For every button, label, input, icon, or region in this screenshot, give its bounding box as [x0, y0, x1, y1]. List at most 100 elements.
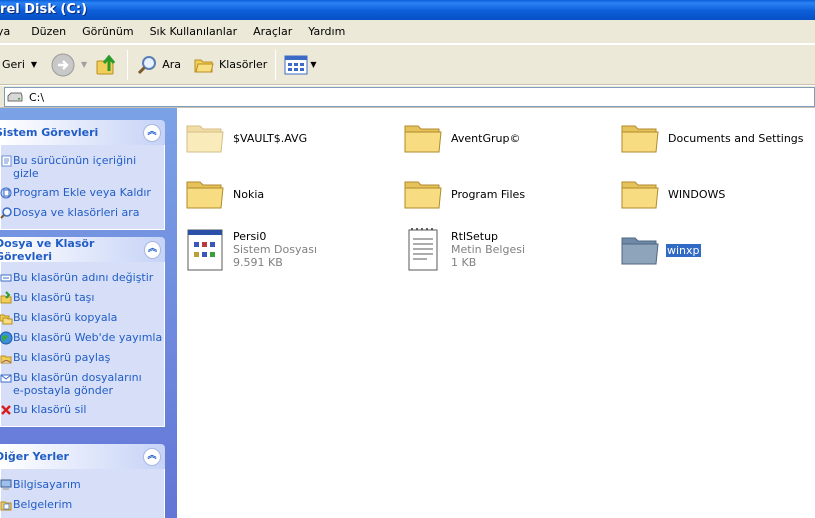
up-folder-icon	[96, 54, 116, 74]
back-label: Geri	[2, 58, 25, 71]
system-tasks-title: Sistem Görevleri	[0, 126, 99, 139]
share-icon	[0, 355, 12, 364]
folder-icon	[404, 181, 442, 209]
file-item[interactable]: WINDOWS	[620, 174, 725, 214]
file-list-pane: $VAULT$.AVG AventGrup© Documents and Set…	[177, 108, 815, 518]
menu-help[interactable]: Yardım	[300, 20, 353, 44]
folders-label: Klasörler	[218, 58, 268, 71]
file-item-selected[interactable]: winxp	[620, 230, 701, 270]
delete-icon	[1, 405, 11, 415]
folder-tasks-body: Bu klasörün adını değiştir Bu klasörü ta…	[0, 262, 165, 427]
file-item[interactable]: Documents and Settings	[620, 118, 804, 158]
file-name: winxp	[666, 243, 701, 257]
task-rename-folder[interactable]: Bu klasörün adını değiştir	[0, 268, 164, 288]
task-label: Bu klasörü taşı	[13, 291, 95, 304]
forward-dropdown-icon[interactable]: ▼	[81, 60, 87, 69]
file-name: Documents and Settings	[668, 131, 804, 145]
task-hide-drive-contents[interactable]: Bu sürücünün içeriğini gizle	[1, 151, 164, 183]
globe-icon	[0, 331, 13, 345]
task-label-line2: e-postayla gönder	[13, 384, 113, 397]
forward-arrow-icon	[51, 53, 75, 76]
file-type: Metin Belgesi	[451, 243, 526, 256]
system-file-icon	[187, 229, 223, 271]
views-icon	[284, 55, 308, 74]
folders-button[interactable]: Klasörler	[189, 48, 271, 82]
folder-icon	[621, 181, 659, 209]
folder-icon	[404, 125, 442, 153]
menu-bar: Dosya Düzen Görünüm Sık Kullanılanlar Ar…	[0, 20, 815, 44]
other-places-header[interactable]: Diğer Yerler ︽	[0, 444, 165, 469]
other-places-title: Diğer Yerler	[0, 450, 69, 463]
task-label: Bu klasörün adını değiştir	[13, 271, 154, 284]
menu-tools[interactable]: Araçlar	[245, 20, 300, 44]
views-dropdown-icon[interactable]: ▼	[310, 60, 316, 69]
hide-contents-icon	[1, 155, 12, 167]
task-email-folder-files[interactable]: Bu klasörün dosyalarını e-postayla gönde…	[0, 368, 164, 400]
text-document-icon	[408, 228, 438, 271]
address-field[interactable]: C:\	[4, 87, 815, 107]
search-label: Ara	[162, 58, 181, 71]
system-tasks-body: Bu sürücünün içeriğini gizle Program Ekl…	[0, 145, 165, 230]
task-move-folder[interactable]: Bu klasörü taşı	[0, 288, 164, 308]
my-documents-icon	[0, 501, 12, 511]
toolbar-separator	[275, 49, 277, 80]
folder-tasks-header[interactable]: Dosya ve Klasör Görevleri ︽	[0, 237, 165, 263]
file-size: 9.591 KB	[233, 256, 283, 269]
system-tasks-panel: Sistem Görevleri ︽ Bu sürücünün içeriğin…	[0, 120, 165, 230]
file-details: Persi0 Sistem Dosyası 9.591 KB	[233, 230, 317, 269]
place-my-computer[interactable]: Bilgisayarım	[0, 475, 164, 495]
rename-icon	[0, 274, 12, 282]
file-item[interactable]: Program Files	[403, 174, 525, 214]
collapse-chevron-icon[interactable]: ︽	[144, 240, 161, 259]
menu-edit[interactable]: Düzen	[18, 20, 74, 44]
task-label: Bu klasörü Web'de yayımla	[13, 331, 163, 344]
file-type: Sistem Dosyası	[233, 243, 318, 256]
other-places-body: Bilgisayarım Belgelerim	[0, 469, 165, 518]
search-button[interactable]: Ara	[132, 48, 185, 82]
file-item[interactable]: Nokia	[185, 174, 264, 214]
folder-icon	[621, 125, 659, 153]
file-name-input[interactable]: winxp	[666, 243, 701, 257]
folders-icon	[194, 59, 214, 72]
forward-button[interactable]: ▼	[47, 48, 91, 82]
file-name: Program Files	[451, 187, 526, 201]
task-copy-folder[interactable]: Bu klasörü kopyala	[0, 308, 164, 328]
file-name: Persi0	[233, 230, 267, 243]
add-remove-programs-icon	[0, 187, 12, 199]
folder-selected-icon	[621, 237, 659, 265]
file-name: WINDOWS	[668, 187, 726, 201]
menu-view[interactable]: Görünüm	[74, 20, 141, 44]
file-item[interactable]: RtlSetup Metin Belgesi 1 KB	[403, 226, 525, 274]
task-publish-folder-web[interactable]: Bu klasörü Web'de yayımla	[0, 328, 164, 348]
address-value: C:\	[29, 90, 45, 104]
back-button[interactable]: Geri ▼	[0, 48, 41, 82]
file-item[interactable]: AventGrup©	[403, 118, 520, 158]
task-label: Bu klasörü sil	[13, 403, 87, 416]
file-details: RtlSetup Metin Belgesi 1 KB	[451, 230, 525, 269]
file-size: 1 KB	[451, 256, 477, 269]
file-item[interactable]: $VAULT$.AVG	[185, 118, 307, 158]
task-add-remove-programs[interactable]: Program Ekle veya Kaldır	[0, 183, 164, 203]
menu-favorites[interactable]: Sık Kullanılanlar	[142, 20, 246, 44]
toolbar-separator	[127, 49, 129, 80]
my-computer-icon	[0, 479, 12, 490]
task-share-folder[interactable]: Bu klasörü paylaş	[0, 348, 164, 368]
collapse-chevron-icon[interactable]: ︽	[143, 123, 161, 142]
file-item[interactable]: Persi0 Sistem Dosyası 9.591 KB	[185, 226, 317, 274]
task-delete-folder[interactable]: Bu klasörü sil	[1, 400, 164, 420]
task-search-files[interactable]: Dosya ve klasörleri ara	[0, 203, 164, 223]
toolbar: Geri ▼ ▼ Ara Klasörler ▼	[0, 45, 815, 85]
task-label: Bilgisayarım	[13, 478, 81, 491]
other-places-panel: Diğer Yerler ︽ Bilgisayarım Belgelerim	[0, 444, 165, 518]
views-button[interactable]: ▼	[280, 48, 320, 82]
task-label: Bu klasörün dosyalarını e-postayla gönde…	[13, 371, 142, 397]
menu-file[interactable]: Dosya	[0, 20, 18, 44]
window-title: Yerel Disk (C:)	[0, 2, 88, 17]
task-label: Bu klasörü paylaş	[13, 351, 111, 364]
collapse-chevron-icon[interactable]: ︽	[143, 447, 161, 466]
back-dropdown-icon[interactable]: ▼	[31, 60, 37, 69]
task-label-line1: Bu klasörün dosyalarını	[13, 371, 142, 384]
system-tasks-header[interactable]: Sistem Görevleri ︽	[0, 120, 165, 145]
up-folder-button[interactable]	[91, 48, 123, 82]
place-my-documents[interactable]: Belgelerim	[0, 495, 164, 515]
